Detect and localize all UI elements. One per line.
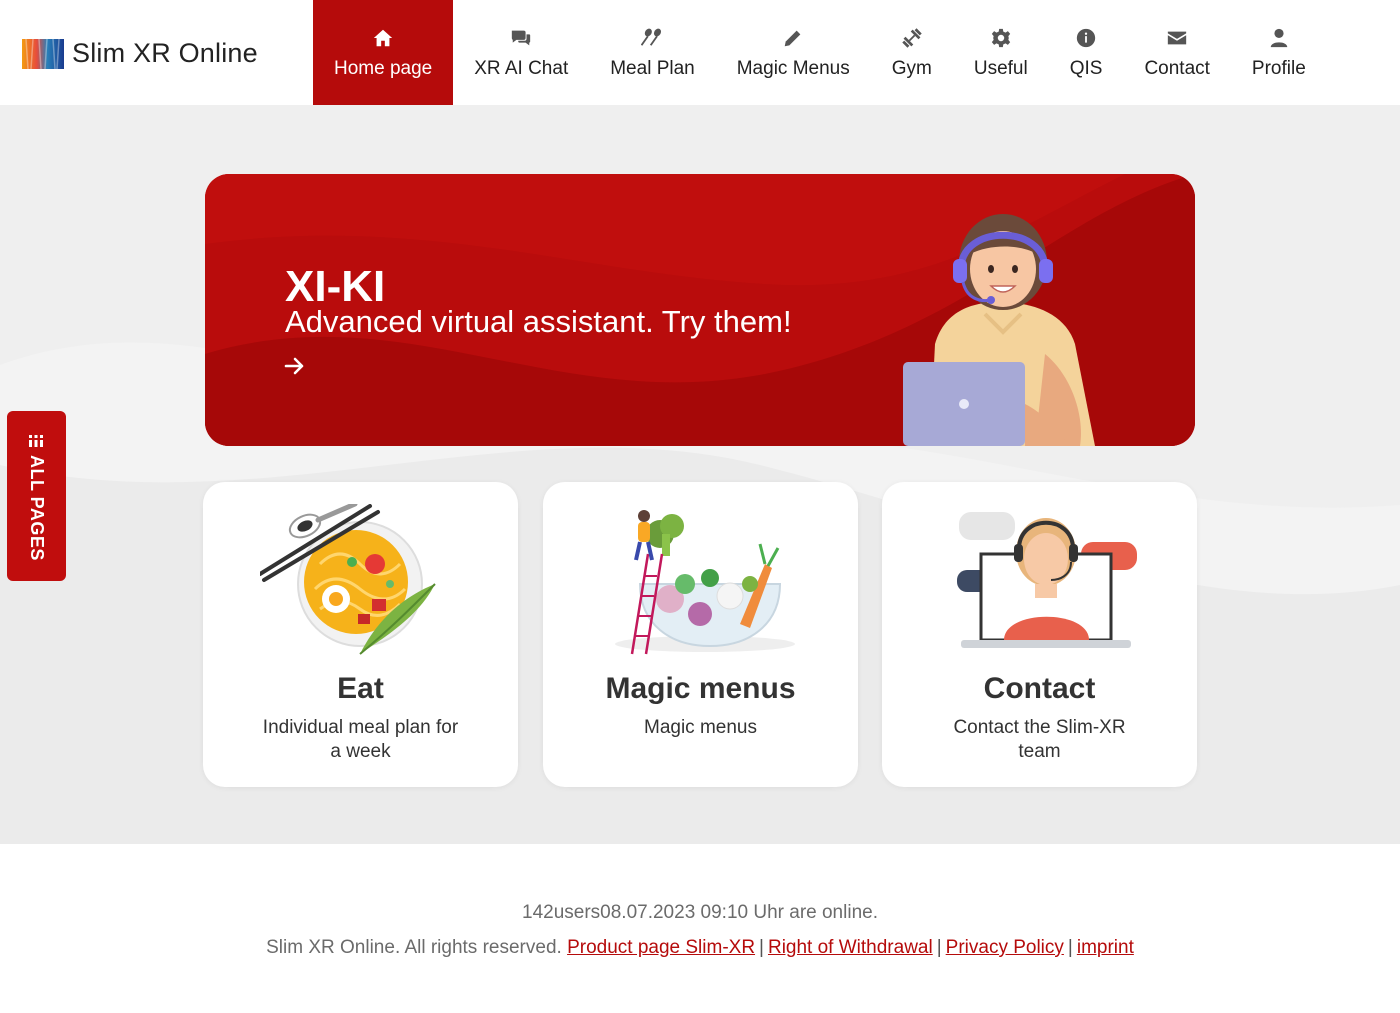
nav-item-label: Profile xyxy=(1251,57,1306,79)
card-magic-menus[interactable]: Magic menus Magic menus xyxy=(543,482,858,787)
nav-item-home[interactable]: Home page xyxy=(313,0,454,105)
footer-links-line: Slim XR Online. All rights reserved. Pro… xyxy=(0,937,1400,959)
nav-item-label: XR AI Chat xyxy=(474,57,569,79)
nav-item-label: Home page xyxy=(334,57,433,79)
brand-name: Slim XR Online xyxy=(72,38,258,68)
nav-item-meal-plan[interactable]: Meal Plan xyxy=(589,0,716,105)
spoons-icon xyxy=(640,26,664,50)
gear-icon xyxy=(989,26,1013,50)
nav-item-label: Gym xyxy=(891,57,932,79)
separator: | xyxy=(936,937,942,958)
info-icon xyxy=(1074,26,1098,50)
dots-grid-icon xyxy=(29,435,44,447)
top-header: Slim XR Online Home page XR AI Chat Meal… xyxy=(0,0,1400,105)
main-nav: Home page XR AI Chat Meal Plan Magic Men… xyxy=(313,0,1327,105)
hero-banner[interactable]: XI-KI Advanced virtual assistant. Try th… xyxy=(205,174,1195,446)
pencil-icon xyxy=(781,26,805,50)
chat-icon xyxy=(509,26,533,50)
all-pages-label-group: ALL PAGES xyxy=(26,433,47,561)
nav-item-magic-menus[interactable]: Magic Menus xyxy=(716,0,871,105)
all-pages-label: ALL PAGES xyxy=(27,455,47,561)
noodle-bowl-illustration xyxy=(260,504,436,655)
card-eat[interactable]: Eat Individual meal plan for a week xyxy=(203,482,518,787)
salad-bowl-illustration xyxy=(615,510,795,655)
nav-item-label: Useful xyxy=(973,57,1028,79)
separator: | xyxy=(1067,937,1073,958)
link-imprint[interactable]: imprint xyxy=(1077,937,1134,958)
card-description: Magic menus xyxy=(644,717,757,738)
nav-item-profile[interactable]: Profile xyxy=(1231,0,1327,105)
virtual-assistant-illustration xyxy=(903,214,1095,446)
brand[interactable]: Slim XR Online xyxy=(22,38,258,69)
nav-item-contact[interactable]: Contact xyxy=(1123,0,1230,105)
nav-item-label: Meal Plan xyxy=(610,57,695,79)
card-title: Eat xyxy=(337,672,384,705)
footer: 142users08.07.2023 09:10 Uhr are online.… xyxy=(0,844,1400,1013)
nav-item-qis[interactable]: QIS xyxy=(1049,0,1124,105)
hero-subtitle: Advanced virtual assistant. Try them! xyxy=(285,304,792,339)
card-description: Individual meal plan for a week xyxy=(262,717,459,762)
card-title: Contact xyxy=(983,672,1096,705)
card-title: Magic menus xyxy=(605,672,796,705)
nav-item-xr-ai-chat[interactable]: XR AI Chat xyxy=(453,0,589,105)
link-privacy-policy[interactable]: Privacy Policy xyxy=(946,937,1064,958)
copyright-text: Slim XR Online. All rights reserved. xyxy=(266,937,562,958)
nav-item-gym[interactable]: Gym xyxy=(871,0,953,105)
dumbbell-icon xyxy=(900,26,924,50)
link-right-of-withdrawal[interactable]: Right of Withdrawal xyxy=(768,937,933,958)
link-product-page[interactable]: Product page Slim-XR xyxy=(567,937,755,958)
card-description: Contact the Slim-XR team xyxy=(953,717,1126,762)
envelope-icon xyxy=(1165,26,1189,50)
user-icon xyxy=(1267,26,1291,50)
nav-item-label: Contact xyxy=(1144,57,1210,79)
main-content: XI-KI Advanced virtual assistant. Try th… xyxy=(0,105,1400,844)
card-contact[interactable]: Contact Contact the Slim-XR team xyxy=(882,482,1197,787)
gradient-logo-icon xyxy=(22,38,64,69)
online-users-text: 142users08.07.2023 09:10 Uhr are online. xyxy=(522,902,878,923)
home-icon xyxy=(371,26,395,50)
nav-item-label: Magic Menus xyxy=(736,57,850,79)
nav-item-label: QIS xyxy=(1069,57,1103,79)
all-pages-tab[interactable]: ALL PAGES xyxy=(7,411,66,581)
arrow-right-icon[interactable] xyxy=(283,354,307,378)
separator: | xyxy=(759,937,764,958)
support-agent-illustration xyxy=(957,512,1137,648)
nav-item-useful[interactable]: Useful xyxy=(953,0,1049,105)
